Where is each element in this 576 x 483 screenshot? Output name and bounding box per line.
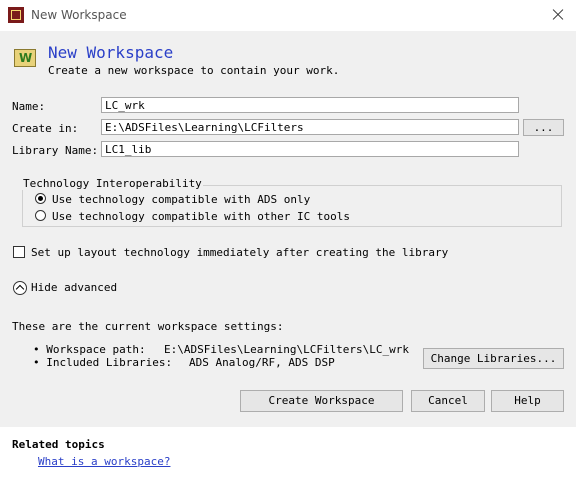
workspace-path-value: E:\ADSFiles\Learning\LCFilters\LC_wrk	[164, 343, 410, 356]
window-title: New Workspace	[31, 8, 127, 22]
create-workspace-button[interactable]: Create Workspace	[240, 390, 403, 412]
header-title: New Workspace	[48, 43, 174, 62]
ads-only-label[interactable]: Use technology compatible with ADS only	[52, 193, 310, 206]
interop-title: Technology Interoperability	[22, 177, 203, 190]
library-name-label: Library Name:	[12, 144, 99, 157]
name-label: Name:	[12, 100, 46, 113]
related-topics-title: Related topics	[12, 438, 105, 451]
create-in-field[interactable]: E:\ADSFiles\Learning\LCFilters	[101, 119, 519, 135]
help-button[interactable]: Help	[491, 390, 564, 412]
included-libraries-value: ADS Analog/RF, ADS DSP	[189, 356, 335, 369]
name-field[interactable]: LC_wrk	[101, 97, 519, 113]
workspace-help-link[interactable]: What is a workspace?	[38, 455, 170, 468]
included-libraries-label: • Included Libraries:	[33, 356, 173, 369]
create-in-label: Create in:	[12, 122, 79, 135]
ads-only-radio[interactable]	[35, 193, 46, 204]
title-bar: New Workspace	[0, 0, 576, 31]
library-name-field[interactable]: LC1_lib	[101, 141, 519, 157]
ic-tools-radio[interactable]	[35, 210, 46, 221]
app-icon	[8, 7, 24, 23]
setup-layout-checkbox[interactable]	[13, 246, 25, 258]
settings-intro: These are the current workspace settings…	[12, 320, 284, 333]
hide-advanced-label[interactable]: Hide advanced	[31, 281, 117, 294]
close-icon[interactable]	[544, 2, 572, 28]
cancel-button[interactable]: Cancel	[411, 390, 485, 412]
workspace-icon: W	[14, 49, 36, 67]
related-topics-panel: Related topics What is a workspace?	[0, 427, 576, 483]
header-subtitle: Create a new workspace to contain your w…	[48, 64, 340, 77]
browse-button[interactable]: ...	[523, 119, 564, 136]
setup-layout-label[interactable]: Set up layout technology immediately aft…	[31, 246, 448, 259]
workspace-path-label: • Workspace path:	[33, 343, 146, 356]
change-libraries-button[interactable]: Change Libraries...	[423, 348, 564, 369]
ic-tools-label[interactable]: Use technology compatible with other IC …	[52, 210, 350, 223]
dialog-body: W New Workspace Create a new workspace t…	[0, 31, 576, 427]
collapse-advanced-icon[interactable]	[13, 281, 27, 295]
